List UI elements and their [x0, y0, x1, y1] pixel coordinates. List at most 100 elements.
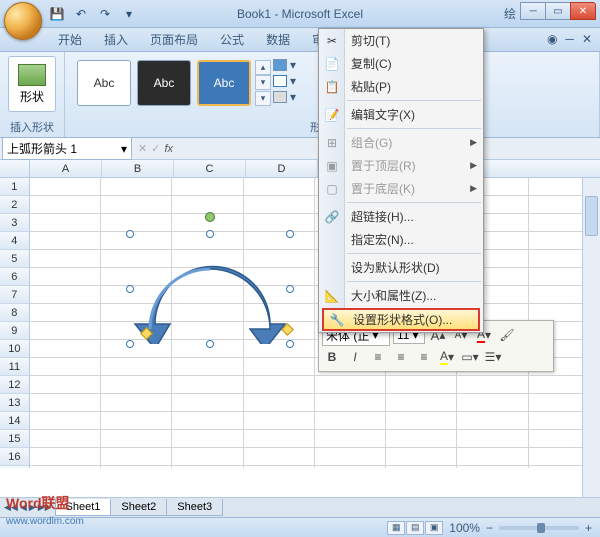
zoom-slider[interactable] — [499, 526, 579, 530]
cell[interactable] — [315, 412, 386, 430]
context-menu-item[interactable]: 指定宏(N)... — [319, 228, 483, 251]
zoom-in-button[interactable]: + — [585, 521, 592, 535]
zoom-level[interactable]: 100% — [449, 521, 480, 535]
context-menu-item[interactable]: 📐大小和属性(Z)... — [319, 284, 483, 307]
tab-formulas[interactable]: 公式 — [210, 27, 254, 51]
cell[interactable] — [457, 394, 528, 412]
cell[interactable] — [30, 250, 101, 268]
cell[interactable] — [244, 196, 315, 214]
cell[interactable] — [457, 376, 528, 394]
gallery-up-icon[interactable]: ▴ — [255, 60, 271, 75]
rotation-handle[interactable] — [205, 212, 215, 222]
cell[interactable] — [172, 448, 243, 466]
office-button[interactable] — [4, 2, 42, 40]
style-preset-1[interactable]: Abc — [77, 60, 131, 106]
cell[interactable] — [386, 430, 457, 448]
qat-dropdown-icon[interactable]: ▾ — [120, 5, 138, 23]
cell[interactable] — [30, 466, 101, 468]
zoom-out-button[interactable]: − — [486, 521, 493, 535]
align-left-button[interactable]: ≡ — [368, 348, 388, 366]
row-header[interactable]: 11 — [0, 358, 30, 376]
cell[interactable] — [172, 430, 243, 448]
cell[interactable] — [457, 412, 528, 430]
context-menu-item[interactable]: 🔗超链接(H)... — [319, 205, 483, 228]
outline-button[interactable]: ▭▾ — [460, 348, 480, 366]
vertical-scrollbar[interactable] — [582, 178, 600, 497]
cell[interactable] — [244, 394, 315, 412]
tab-page-layout[interactable]: 页面布局 — [140, 27, 208, 51]
row-header[interactable]: 4 — [0, 232, 30, 250]
resize-handle-sw[interactable] — [126, 340, 134, 348]
context-menu-item[interactable]: 📋粘贴(P) — [319, 75, 483, 98]
cell[interactable] — [30, 430, 101, 448]
resize-handle-e[interactable] — [286, 285, 294, 293]
cell[interactable] — [244, 448, 315, 466]
resize-handle-w[interactable] — [126, 285, 134, 293]
context-menu-item[interactable]: ✂剪切(T) — [319, 29, 483, 52]
cell[interactable] — [30, 196, 101, 214]
close-button[interactable]: ✕ — [570, 2, 596, 20]
cell[interactable] — [172, 412, 243, 430]
row-header[interactable]: 14 — [0, 412, 30, 430]
enter-icon[interactable]: ✓ — [151, 142, 160, 155]
minimize-button[interactable]: ─ — [520, 2, 546, 20]
style-preset-3[interactable]: Abc — [197, 60, 251, 106]
cell[interactable] — [315, 466, 386, 468]
row-header[interactable]: 15 — [0, 430, 30, 448]
sheet-tab-2[interactable]: Sheet2 — [110, 499, 167, 516]
cell[interactable] — [30, 286, 101, 304]
cell[interactable] — [30, 448, 101, 466]
gallery-more-icon[interactable]: ▾ — [255, 91, 271, 106]
resize-handle-ne[interactable] — [286, 230, 294, 238]
row-header[interactable]: 7 — [0, 286, 30, 304]
cell[interactable] — [386, 412, 457, 430]
cell[interactable] — [172, 178, 243, 196]
context-menu-item[interactable]: 📝编辑文字(X) — [319, 103, 483, 126]
doc-min-icon[interactable]: ─ — [565, 32, 574, 46]
col-header-c[interactable]: C — [174, 160, 246, 177]
align-right-button[interactable]: ≡ — [414, 348, 434, 366]
shapes-button[interactable]: 形状 — [8, 56, 56, 112]
cancel-icon[interactable]: ✕ — [138, 142, 147, 155]
context-menu-item[interactable]: 📄复制(C) — [319, 52, 483, 75]
cell[interactable] — [386, 394, 457, 412]
cell[interactable] — [315, 376, 386, 394]
cell[interactable] — [315, 394, 386, 412]
cell[interactable] — [172, 466, 243, 468]
help-icon[interactable]: ◉ — [547, 32, 557, 46]
resize-handle-n[interactable] — [206, 230, 214, 238]
cell[interactable] — [30, 232, 101, 250]
row-header[interactable]: 10 — [0, 340, 30, 358]
cell[interactable] — [101, 358, 172, 376]
undo-icon[interactable]: ↶ — [72, 5, 90, 23]
select-all-corner[interactable] — [0, 160, 30, 177]
maximize-button[interactable]: ▭ — [545, 2, 571, 20]
row-header[interactable]: 13 — [0, 394, 30, 412]
resize-handle-s[interactable] — [206, 340, 214, 348]
cell[interactable] — [101, 394, 172, 412]
view-pagebreak-button[interactable]: ▣ — [425, 521, 443, 535]
col-header-d[interactable]: D — [246, 160, 318, 177]
tab-data[interactable]: 数据 — [256, 27, 300, 51]
row-header[interactable]: 5 — [0, 250, 30, 268]
cell[interactable] — [101, 412, 172, 430]
cell[interactable] — [244, 358, 315, 376]
resize-handle-se[interactable] — [286, 340, 294, 348]
cell[interactable] — [315, 430, 386, 448]
cell[interactable] — [244, 412, 315, 430]
cell[interactable] — [386, 466, 457, 468]
italic-button[interactable]: I — [345, 348, 365, 366]
cell[interactable] — [101, 430, 172, 448]
cell[interactable] — [244, 214, 315, 232]
cell[interactable] — [457, 448, 528, 466]
cell[interactable] — [101, 214, 172, 232]
redo-icon[interactable]: ↷ — [96, 5, 114, 23]
curved-arrow-shape[interactable] — [130, 234, 290, 344]
row-header[interactable]: 2 — [0, 196, 30, 214]
cell[interactable] — [101, 196, 172, 214]
bold-button[interactable]: B — [322, 348, 342, 366]
cell[interactable] — [172, 394, 243, 412]
zoom-thumb[interactable] — [537, 523, 545, 533]
sheet-tab-3[interactable]: Sheet3 — [166, 499, 223, 516]
cell[interactable] — [244, 376, 315, 394]
